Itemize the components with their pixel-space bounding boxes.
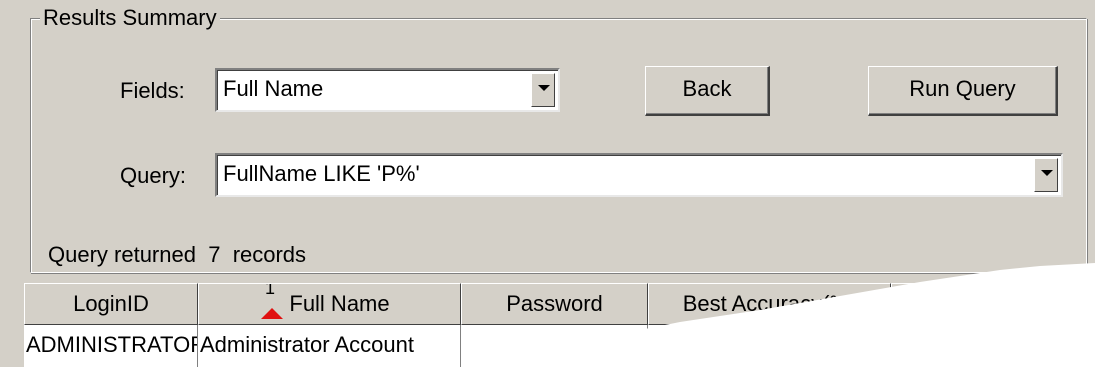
fields-dropdown[interactable]: Full Name — [215, 68, 560, 112]
column-header-full-name[interactable]: 1 Full Name — [198, 283, 461, 325]
query-value: FullName LIKE 'P%' — [223, 161, 420, 186]
column-header-loginid[interactable]: LoginID — [24, 283, 198, 325]
column-header-best-accuracy[interactable]: Best Accuracy(%) — [648, 283, 891, 325]
table-header-row: LoginID 1 Full Name Password Best Accura… — [24, 283, 1095, 325]
panel-legend: Results Summary — [40, 6, 220, 30]
results-summary-panel — [30, 18, 1087, 273]
column-header-password[interactable]: Password — [461, 283, 648, 325]
fields-label: Fields: — [120, 78, 185, 103]
query-status: Query returned 7 records — [48, 243, 306, 267]
status-prefix: Query returned — [48, 242, 196, 267]
fields-dropdown-value: Full Name — [223, 76, 324, 101]
table-cell-password[interactable] — [461, 325, 648, 367]
query-combobox[interactable]: FullName LIKE 'P%' — [215, 153, 1063, 197]
query-label: Query: — [120, 163, 187, 188]
status-suffix: records — [232, 242, 307, 267]
query-dropdown-arrow-icon[interactable] — [1034, 158, 1058, 192]
results-table: LoginID 1 Full Name Password Best Accura… — [24, 283, 1095, 367]
sort-order-number: 1 — [265, 283, 276, 298]
fields-dropdown-arrow-icon[interactable] — [531, 73, 555, 107]
back-button[interactable]: Back — [645, 66, 770, 116]
status-record-count: 7 — [208, 242, 221, 267]
sort-ascending-icon: 1 — [261, 283, 283, 324]
column-header-next[interactable] — [891, 283, 1095, 325]
column-header-full-name-label: Full Name — [289, 291, 390, 316]
table-cell-loginid[interactable]: ADMINISTRATOR — [24, 325, 198, 367]
table-cell-full-name[interactable]: Administrator Account — [198, 325, 461, 367]
run-query-button[interactable]: Run Query — [868, 66, 1058, 116]
